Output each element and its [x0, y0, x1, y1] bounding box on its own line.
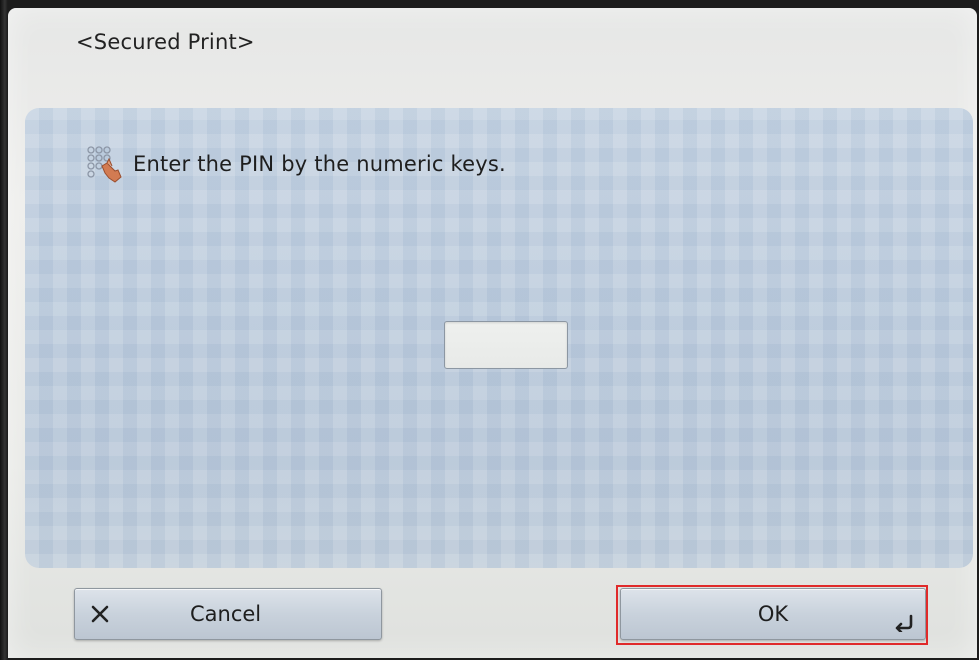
instruction-text: Enter the PIN by the numeric keys. [133, 152, 506, 176]
window-title: <Secured Print> [76, 30, 255, 54]
close-x-icon [89, 603, 111, 625]
content-panel: Enter the PIN by the numeric keys. [25, 108, 973, 568]
touch-screen: <Secured Print> Enter the PIN by the num… [8, 8, 977, 658]
cancel-button-label: Cancel [190, 602, 262, 626]
numeric-keypad-icon [85, 144, 125, 184]
ok-button-label: OK [757, 602, 789, 626]
enter-return-icon [893, 613, 915, 634]
ok-button[interactable]: OK [620, 588, 926, 640]
instruction-row: Enter the PIN by the numeric keys. [85, 144, 506, 184]
cancel-button[interactable]: Cancel [74, 588, 382, 640]
pin-input-field[interactable] [444, 321, 568, 369]
device-bezel [0, 0, 8, 660]
